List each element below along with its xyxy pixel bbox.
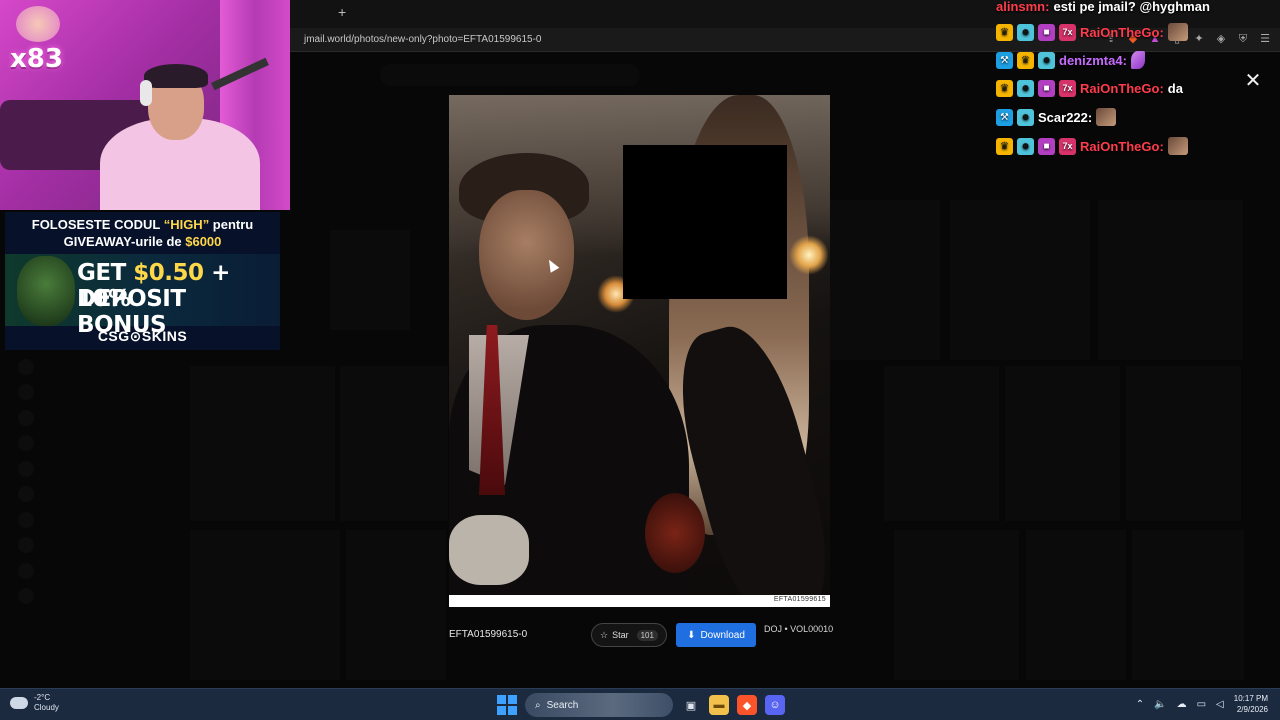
- mod-badge-icon: ⚒: [996, 51, 1013, 69]
- webcam-overlay: x83: [0, 0, 290, 210]
- chat-text: da: [1167, 80, 1183, 96]
- chat-message: ⚒ ♛ ☻ denizmta4:: [996, 50, 1145, 70]
- chat-overlay: alinsmn: esti pe jmail? @hyghman ♛ ☻ ■ 7…: [996, 0, 1280, 160]
- sub-badge-icon: 7x: [1059, 79, 1076, 97]
- clapping-hands-icon: [16, 6, 60, 42]
- gift-badge-icon: ■: [1038, 23, 1055, 41]
- speaker-icon[interactable]: ◁: [1216, 699, 1224, 710]
- download-icon: ⬇: [687, 629, 696, 641]
- chat-message: ⚒ ☻ Scar222:: [996, 107, 1117, 127]
- clock[interactable]: 10:17 PM 2/9/2026: [1234, 693, 1268, 715]
- new-tab-button[interactable]: +: [338, 4, 346, 20]
- robot-badge-icon: ☻: [1017, 108, 1034, 126]
- star-count: 101: [636, 629, 658, 641]
- sub-badge-icon: 7x: [1059, 23, 1076, 41]
- crown-badge-icon: ♛: [996, 23, 1013, 41]
- weather-widget[interactable]: -2°C Cloudy: [10, 693, 59, 713]
- sponsor-line-2: GIVEAWAY-urile de $6000: [63, 234, 222, 249]
- gift-badge-icon: ■: [1038, 79, 1055, 97]
- robot-badge-icon: ☻: [1038, 51, 1055, 69]
- file-explorer-icon[interactable]: ▬: [709, 695, 729, 715]
- brave-browser-icon[interactable]: ◆: [737, 695, 757, 715]
- emote-icon: [1096, 108, 1117, 126]
- star-icon: ☆: [600, 629, 609, 640]
- robot-badge-icon: ☻: [1017, 79, 1034, 97]
- emote-icon: [1167, 23, 1188, 41]
- star-label: Star: [612, 630, 629, 640]
- chat-text: esti pe jmail? @hyghman: [1053, 0, 1210, 14]
- weather-condition: Cloudy: [34, 703, 59, 712]
- sponsor-brand: CSG⊙SKINS: [97, 328, 188, 344]
- chat-message: ♛ ☻ ■ 7x RaiOnTheGo:: [996, 22, 1188, 42]
- crown-badge-icon: ♛: [996, 79, 1013, 97]
- photo-label-strip: EFTA01599615: [449, 595, 830, 607]
- display-icon[interactable]: ▭: [1197, 699, 1206, 710]
- task-view-icon[interactable]: ▣: [681, 695, 701, 715]
- photo-viewer-image: EFTA01599615: [449, 95, 830, 607]
- onedrive-icon[interactable]: ☁: [1177, 699, 1187, 710]
- chat-username: RaiOnTheGo:: [1080, 80, 1164, 96]
- windows-start-icon[interactable]: [497, 695, 517, 715]
- chat-username: RaiOnTheGo:: [1080, 138, 1164, 154]
- download-label: Download: [700, 629, 745, 641]
- search-label: Search: [546, 699, 579, 711]
- screen: + jmail.world/photos/new-only?photo=EFTA…: [0, 0, 1280, 720]
- chat-username: denizmta4:: [1059, 52, 1127, 68]
- star-button[interactable]: ☆ Star 101: [591, 623, 667, 647]
- gift-badge-icon: ■: [1038, 137, 1055, 155]
- chat-message: ♛ ☻ ■ 7x RaiOnTheGo:: [996, 136, 1188, 156]
- mascot-icon: [17, 256, 75, 326]
- windows-taskbar: -2°C Cloudy ⌕ Search ▣ ▬ ◆ ☺ ⌃ 🔈 ☁ ▭ ◁ 1…: [0, 688, 1280, 720]
- volume-icon[interactable]: 🔈: [1154, 699, 1166, 710]
- emote-icon: [1167, 137, 1188, 155]
- sponsor-banner: FOLOSESTE CODUL “HIGH” pentru GIVEAWAY-u…: [5, 212, 280, 350]
- photo-id: EFTA01599615-0: [449, 629, 528, 640]
- clock-date: 2/9/2026: [1236, 705, 1268, 714]
- photo-label: EFTA01599615: [773, 596, 826, 603]
- headset-icon: [140, 80, 152, 106]
- mod-badge-icon: ⚒: [996, 108, 1013, 126]
- combo-counter: x83: [10, 44, 63, 74]
- crown-badge-icon: ♛: [996, 137, 1013, 155]
- chat-message: alinsmn: esti pe jmail? @hyghman: [996, 0, 1210, 16]
- chat-username: Scar222:: [1038, 109, 1093, 125]
- cloud-icon: [10, 697, 28, 709]
- chevron-up-icon[interactable]: ⌃: [1136, 699, 1144, 710]
- source-label: DOJ • VOL00010: [764, 624, 834, 634]
- search-icon: ⌕: [535, 699, 541, 711]
- sub-badge-icon: 7x: [1059, 137, 1076, 155]
- chat-username: alinsmn:: [996, 0, 1050, 14]
- feather-emote-icon: [1130, 51, 1145, 69]
- clock-time: 10:17 PM: [1233, 694, 1268, 703]
- chat-message: ♛ ☻ ■ 7x RaiOnTheGo: da: [996, 78, 1183, 98]
- taskbar-apps: ⌕ Search ▣ ▬ ◆ ☺: [497, 693, 785, 717]
- robot-badge-icon: ☻: [1017, 137, 1034, 155]
- taskbar-search[interactable]: ⌕ Search: [525, 693, 673, 717]
- chat-username: RaiOnTheGo:: [1080, 24, 1164, 40]
- redaction-box: [623, 145, 787, 299]
- crown-badge-icon: ♛: [1017, 51, 1034, 69]
- system-tray: ⌃ 🔈 ☁ ▭ ◁ 10:17 PM 2/9/2026: [1136, 693, 1268, 715]
- discord-icon[interactable]: ☺: [765, 695, 785, 715]
- url-text[interactable]: jmail.world/photos/new-only?photo=EFTA01…: [304, 34, 541, 45]
- robot-badge-icon: ☻: [1017, 23, 1034, 41]
- weather-temperature: -2°C: [34, 693, 51, 702]
- download-button[interactable]: ⬇ Download: [676, 623, 756, 647]
- sponsor-line-1: FOLOSESTE CODUL “HIGH” pentru: [31, 217, 254, 232]
